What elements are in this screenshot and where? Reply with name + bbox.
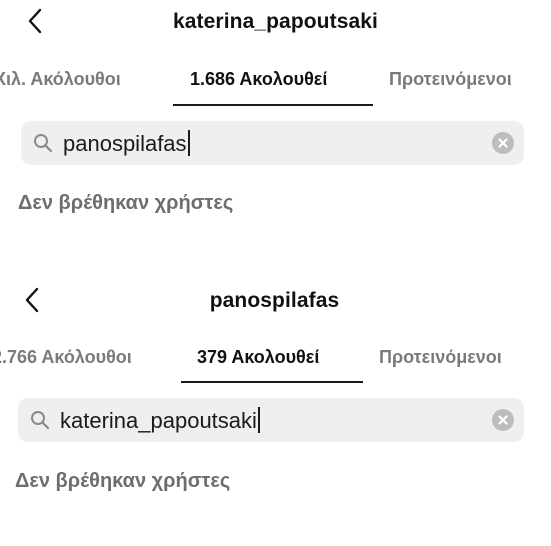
profile-username-title: panospilafas <box>209 289 340 312</box>
search-input[interactable]: katerina_papoutsaki <box>18 398 524 442</box>
search-query-text: panospilafas <box>63 131 187 156</box>
active-tab-indicator <box>181 381 363 383</box>
tab-followers[interactable]: 2.766 Ακόλουθοι <box>0 347 132 368</box>
search-query-wrap: katerina_papoutsaki <box>60 407 260 434</box>
search-input[interactable]: panospilafas <box>21 121 524 165</box>
screenshot-panel-2: panospilafas 2.766 Ακόλουθοι 379 Ακολουθ… <box>0 273 551 546</box>
search-query-text: katerina_papoutsaki <box>60 408 257 433</box>
screenshot-panel-1: katerina_papoutsaki Χιλ. Ακόλουθοι 1.686… <box>0 0 551 273</box>
search-query-wrap: panospilafas <box>63 130 190 157</box>
search-icon <box>31 411 50 430</box>
search-icon <box>34 134 53 153</box>
tab-suggested[interactable]: Προτεινόμενοι <box>379 347 502 368</box>
text-cursor <box>187 130 190 156</box>
tab-followers[interactable]: Χιλ. Ακόλουθοι <box>0 69 121 90</box>
text-cursor <box>257 407 260 433</box>
tab-following[interactable]: 1.686 Ακολουθεί <box>190 69 327 90</box>
clear-search-icon[interactable] <box>492 409 514 431</box>
tab-suggested[interactable]: Προτεινόμενοι <box>389 69 512 90</box>
clear-search-icon[interactable] <box>492 132 514 154</box>
no-results-message: Δεν βρέθηκαν χρήστες <box>15 470 231 492</box>
profile-username-title: katerina_papoutsaki <box>173 10 378 33</box>
no-results-message: Δεν βρέθηκαν χρήστες <box>18 192 234 214</box>
tab-following[interactable]: 379 Ακολουθεί <box>197 347 319 368</box>
active-tab-indicator <box>173 104 373 106</box>
